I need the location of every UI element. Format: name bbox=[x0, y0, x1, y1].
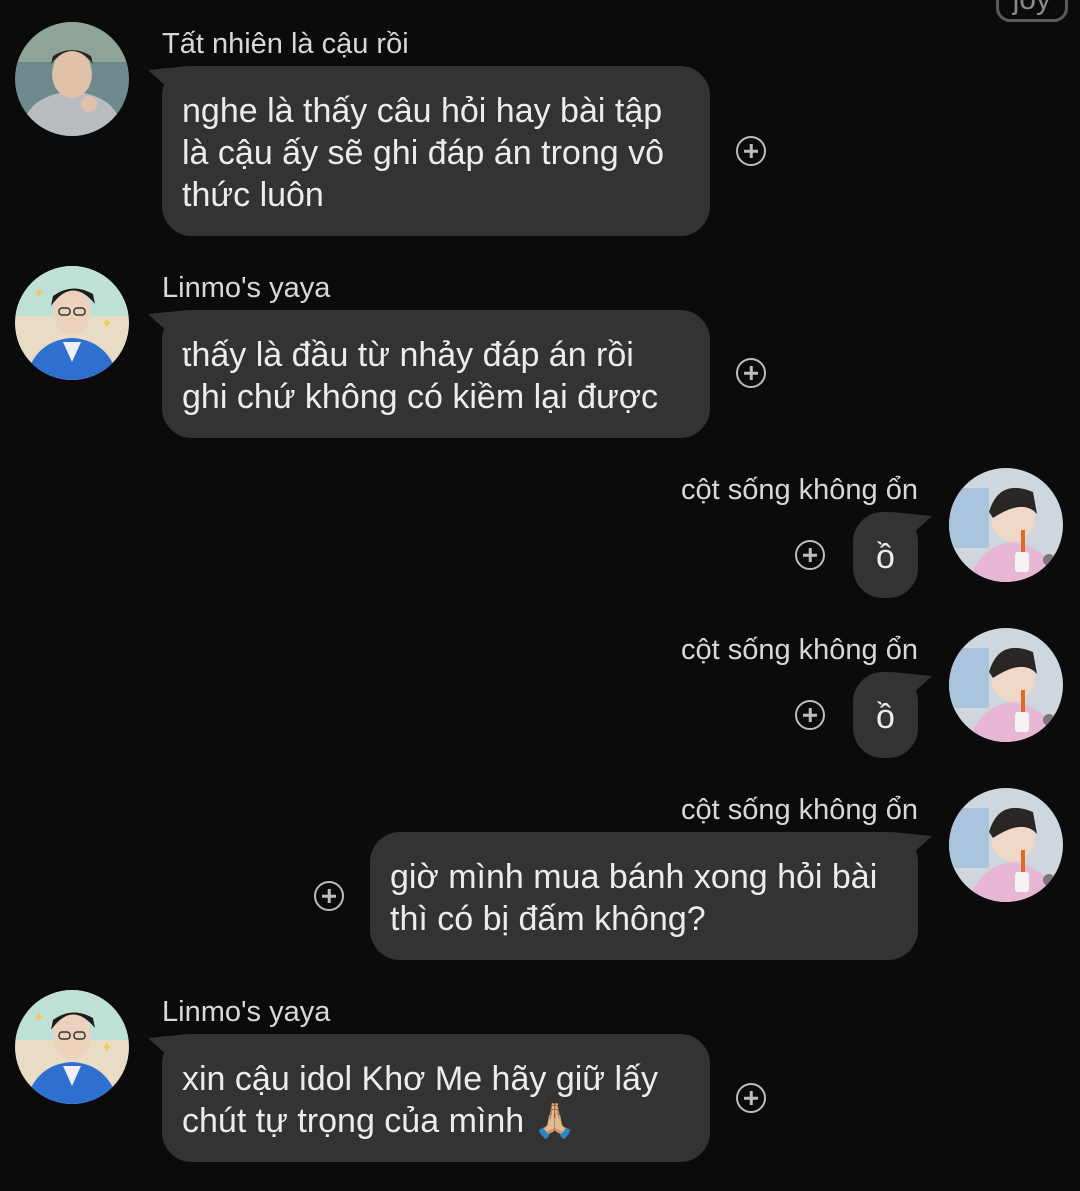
add-reaction-icon[interactable] bbox=[736, 1083, 766, 1113]
previous-message-fragment: joy bbox=[995, 0, 1068, 22]
avatar-pink-shirt-straw-icon bbox=[949, 468, 1063, 582]
add-reaction-icon[interactable] bbox=[795, 540, 825, 570]
sender-avatar[interactable] bbox=[949, 788, 1063, 902]
avatar-blue-jacket-icon: ✦ ✦ bbox=[15, 266, 129, 380]
add-reaction-icon[interactable] bbox=[314, 881, 344, 911]
avatar-blue-jacket-icon: ✦ ✦ bbox=[15, 990, 129, 1104]
sender-avatar[interactable] bbox=[15, 22, 129, 136]
message-text: thấy là đầu từ nhảy đáp án rồi bbox=[182, 336, 634, 374]
sender-name: Linmo's yaya bbox=[162, 996, 331, 1028]
message-text: xin cậu idol Khơ Me hãy giữ lấy bbox=[182, 1060, 658, 1098]
svg-text:✦: ✦ bbox=[101, 1039, 113, 1055]
message-bubble[interactable]: giờ mình mua bánh xong hỏi bài thì có bị… bbox=[370, 832, 918, 960]
avatar-grey-hoodie-icon bbox=[15, 22, 129, 136]
message-bubble[interactable]: ồ bbox=[853, 512, 918, 598]
sender-avatar[interactable]: ✦ ✦ bbox=[15, 990, 129, 1104]
message-text: ồ bbox=[876, 698, 895, 736]
message-bubble[interactable]: nghe là thấy câu hỏi hay bài tập là cậu … bbox=[162, 66, 710, 236]
svg-text:✦: ✦ bbox=[33, 1009, 45, 1025]
message-text: là cậu ấy sẽ ghi đáp án trong vô bbox=[182, 134, 664, 172]
sender-avatar[interactable] bbox=[949, 468, 1063, 582]
sender-name: cột sống không ổn bbox=[680, 474, 918, 506]
add-reaction-icon[interactable] bbox=[736, 358, 766, 388]
message-text: giờ mình mua bánh xong hỏi bài bbox=[390, 858, 878, 896]
message-bubble[interactable]: ồ bbox=[853, 672, 918, 758]
avatar-pink-shirt-straw-icon bbox=[949, 788, 1063, 902]
svg-text:✦: ✦ bbox=[33, 285, 45, 301]
message-bubble[interactable]: xin cậu idol Khơ Me hãy giữ lấy chút tự … bbox=[162, 1034, 710, 1162]
message-text: ghi chứ không có kiềm lại được bbox=[182, 378, 659, 416]
message-text: thì có bị đấm không? bbox=[390, 900, 706, 938]
message-text: thức luôn bbox=[182, 176, 324, 214]
message-text: chút tự trọng của mình 🙏🏼 bbox=[182, 1102, 576, 1140]
add-reaction-icon[interactable] bbox=[736, 136, 766, 166]
sender-name: cột sống không ổn bbox=[680, 634, 918, 666]
message-bubble[interactable]: thấy là đầu từ nhảy đáp án rồi ghi chứ k… bbox=[162, 310, 710, 438]
sender-name: Linmo's yaya bbox=[162, 272, 331, 304]
avatar-pink-shirt-straw-icon bbox=[949, 628, 1063, 742]
add-reaction-icon[interactable] bbox=[795, 700, 825, 730]
sender-name: Tất nhiên là cậu rồi bbox=[162, 28, 409, 60]
message-text: nghe là thấy câu hỏi hay bài tập bbox=[182, 92, 663, 130]
sender-avatar[interactable]: ✦ ✦ bbox=[15, 266, 129, 380]
message-text: ồ bbox=[876, 538, 895, 576]
sender-avatar[interactable] bbox=[949, 628, 1063, 742]
svg-text:✦: ✦ bbox=[101, 315, 113, 331]
sender-name: cột sống không ổn bbox=[680, 794, 918, 826]
